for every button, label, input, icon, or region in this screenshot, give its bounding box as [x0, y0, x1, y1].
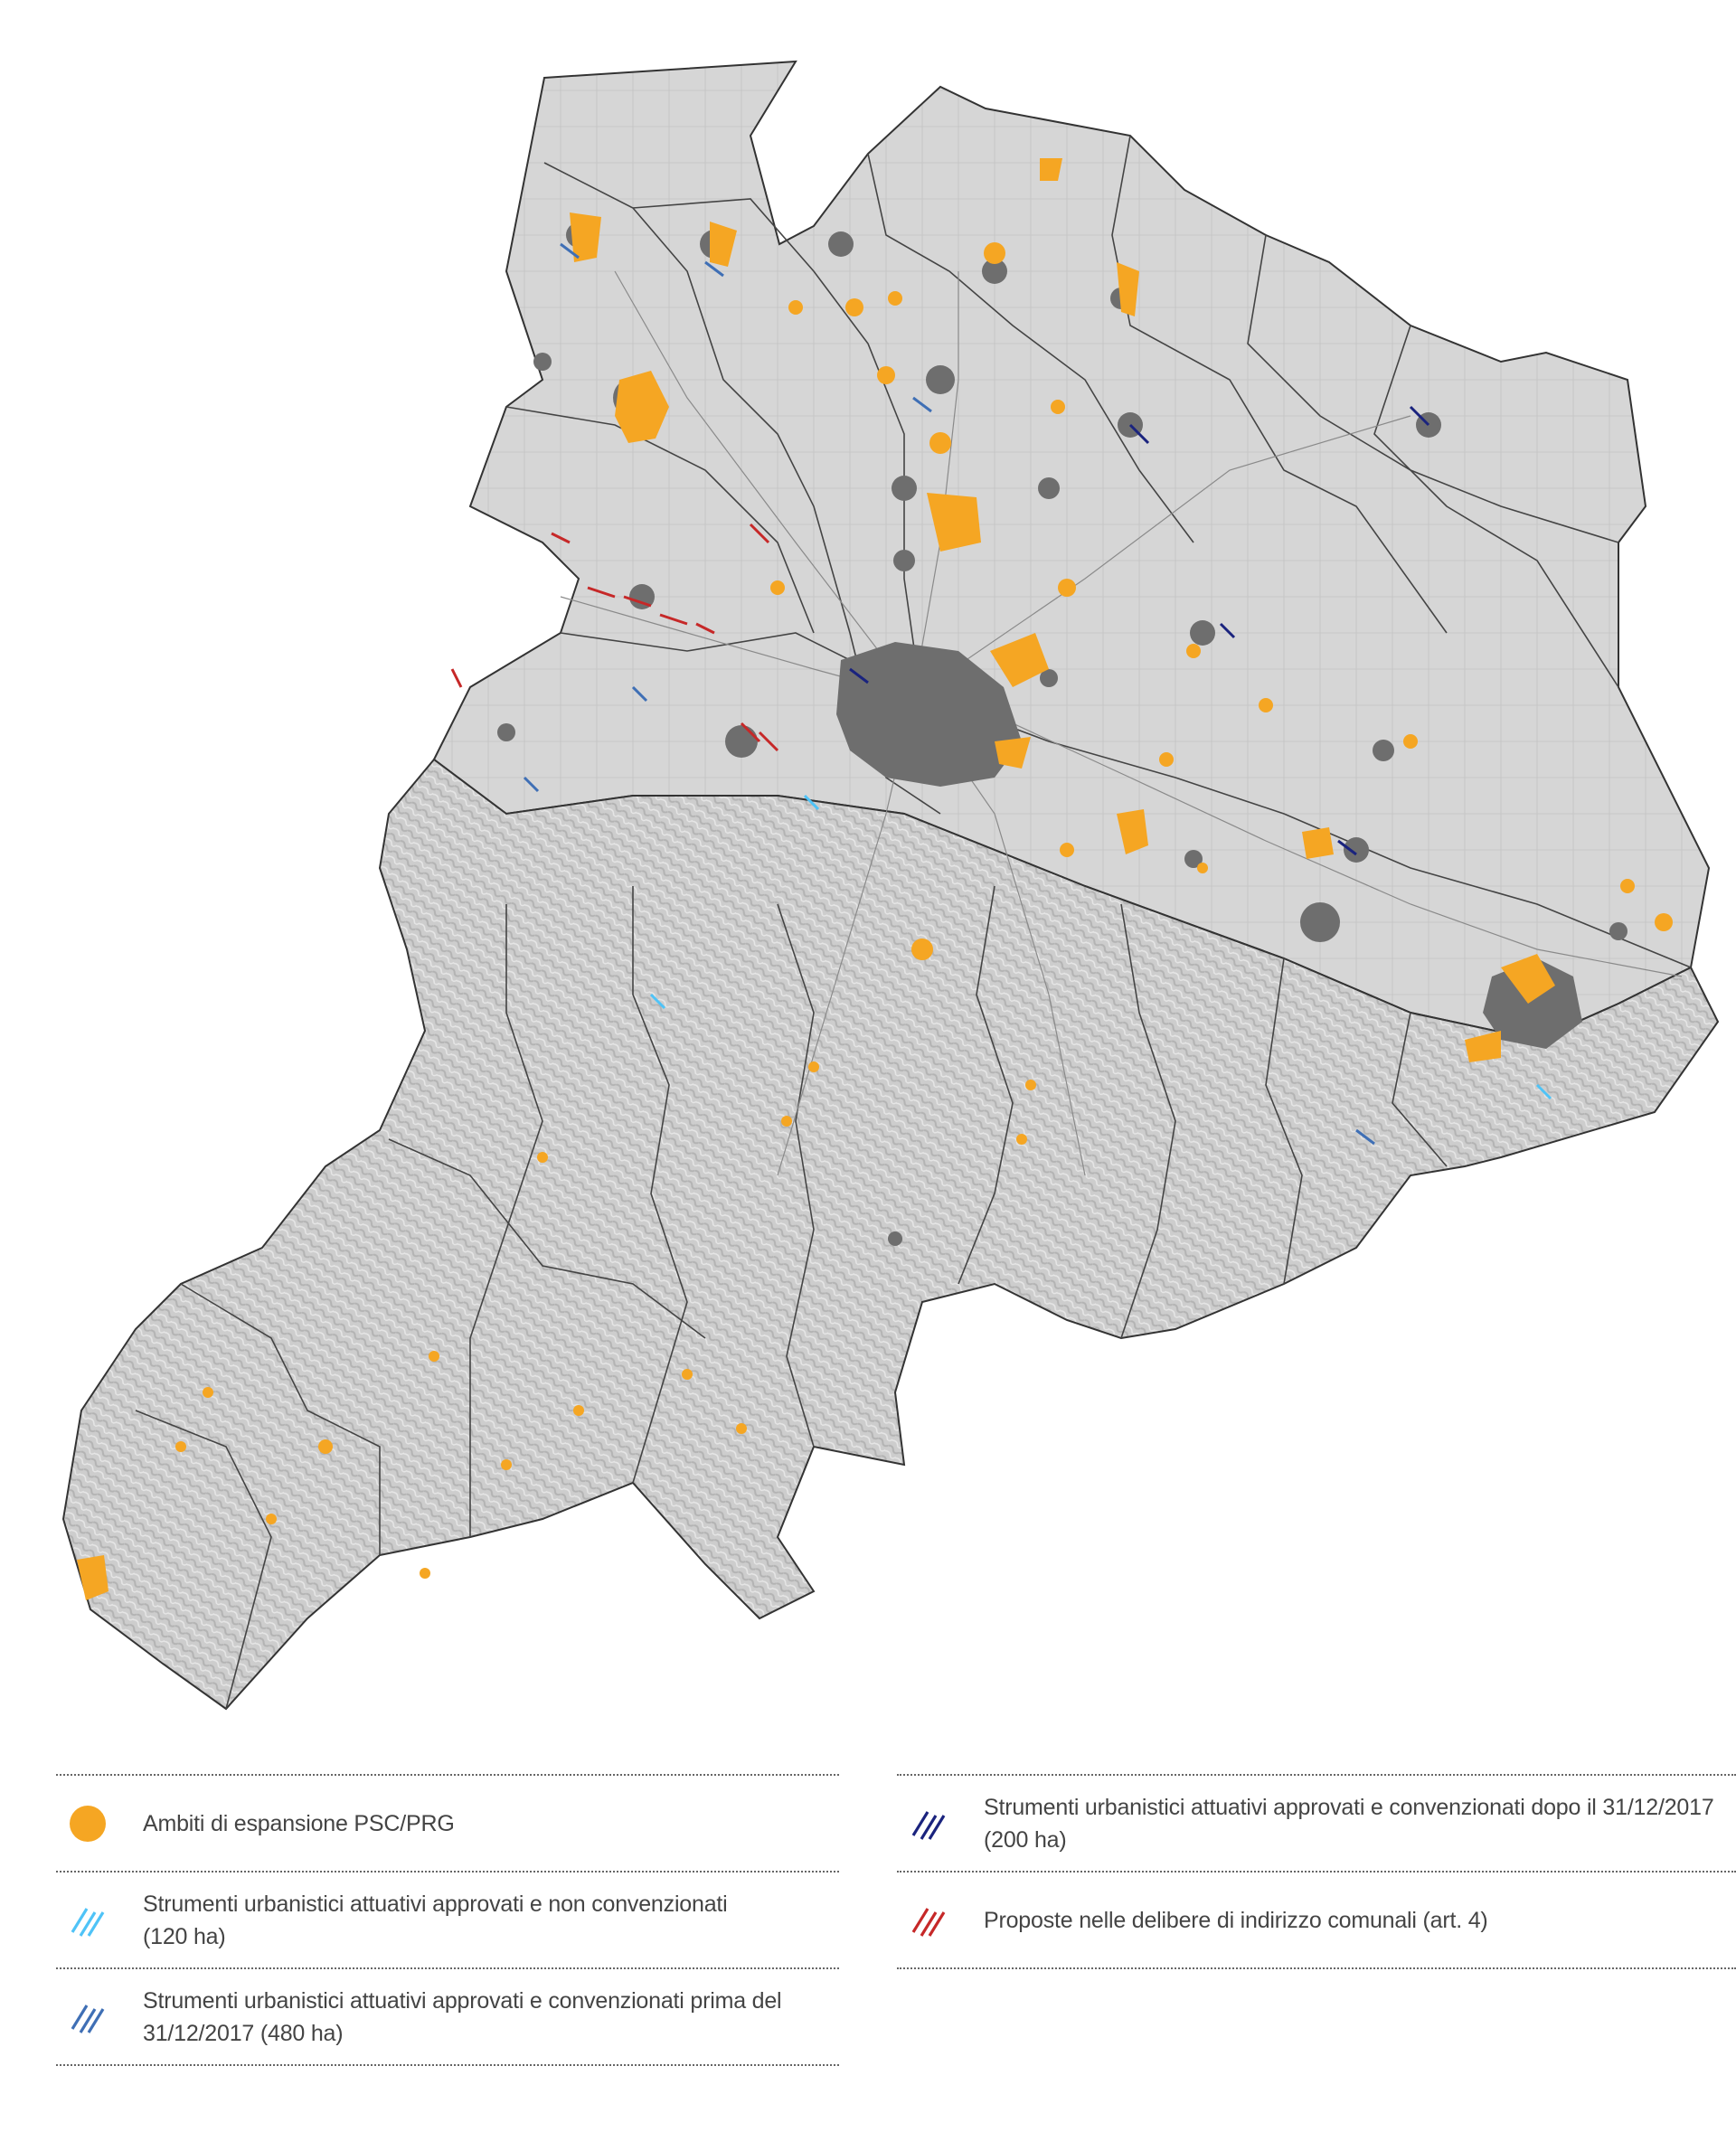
legend-label: Strumenti urbanistici attuativi approvat… — [984, 1791, 1714, 1856]
legend-label-line: Strumenti urbanistici attuativi approvat… — [143, 1891, 728, 1917]
legend-item: Proposte nelle delibere di indirizzo com… — [897, 1873, 1736, 1969]
legend-label-line: Strumenti urbanistici attuativi approvat… — [143, 1987, 782, 2014]
legend-item: Strumenti urbanistici attuativi approvat… — [897, 1776, 1736, 1873]
legend-right: Strumenti urbanistici attuativi approvat… — [897, 1774, 1736, 1969]
orange-dot-icon — [65, 1801, 110, 1846]
province-map — [0, 0, 1736, 1736]
legend-item: Ambiti di espansione PSC/PRG — [56, 1776, 839, 1873]
legend-label-line: Ambiti di espansione PSC/PRG — [143, 1810, 455, 1836]
legend-label: Ambiti di espansione PSC/PRG — [143, 1807, 455, 1840]
hatch-swatch-icon — [65, 1995, 110, 2040]
legend-label: Strumenti urbanistici attuativi approvat… — [143, 1888, 728, 1953]
hatch-swatch-icon — [906, 1898, 951, 1943]
legend-item: Strumenti urbanistici attuativi approvat… — [56, 1873, 839, 1969]
legend-label-line: 31/12/2017 (480 ha) — [143, 2020, 344, 2046]
hatch-swatch-icon — [906, 1801, 951, 1846]
hatch-swatch-icon — [65, 1898, 110, 1943]
legend-left: Ambiti di espansione PSC/PRG Strumenti ur… — [56, 1774, 839, 2066]
legend-label-line: (200 ha) — [984, 1826, 1067, 1853]
legend-label-line: Proposte nelle delibere di indirizzo com… — [984, 1907, 1488, 1933]
legend-label: Proposte nelle delibere di indirizzo com… — [984, 1904, 1488, 1937]
legend-label-line: (120 ha) — [143, 1923, 226, 1949]
legend-item: Strumenti urbanistici attuativi approvat… — [56, 1969, 839, 2066]
legend-label: Strumenti urbanistici attuativi approvat… — [143, 1985, 782, 2050]
legend-label-line: Strumenti urbanistici attuativi approvat… — [984, 1794, 1714, 1820]
